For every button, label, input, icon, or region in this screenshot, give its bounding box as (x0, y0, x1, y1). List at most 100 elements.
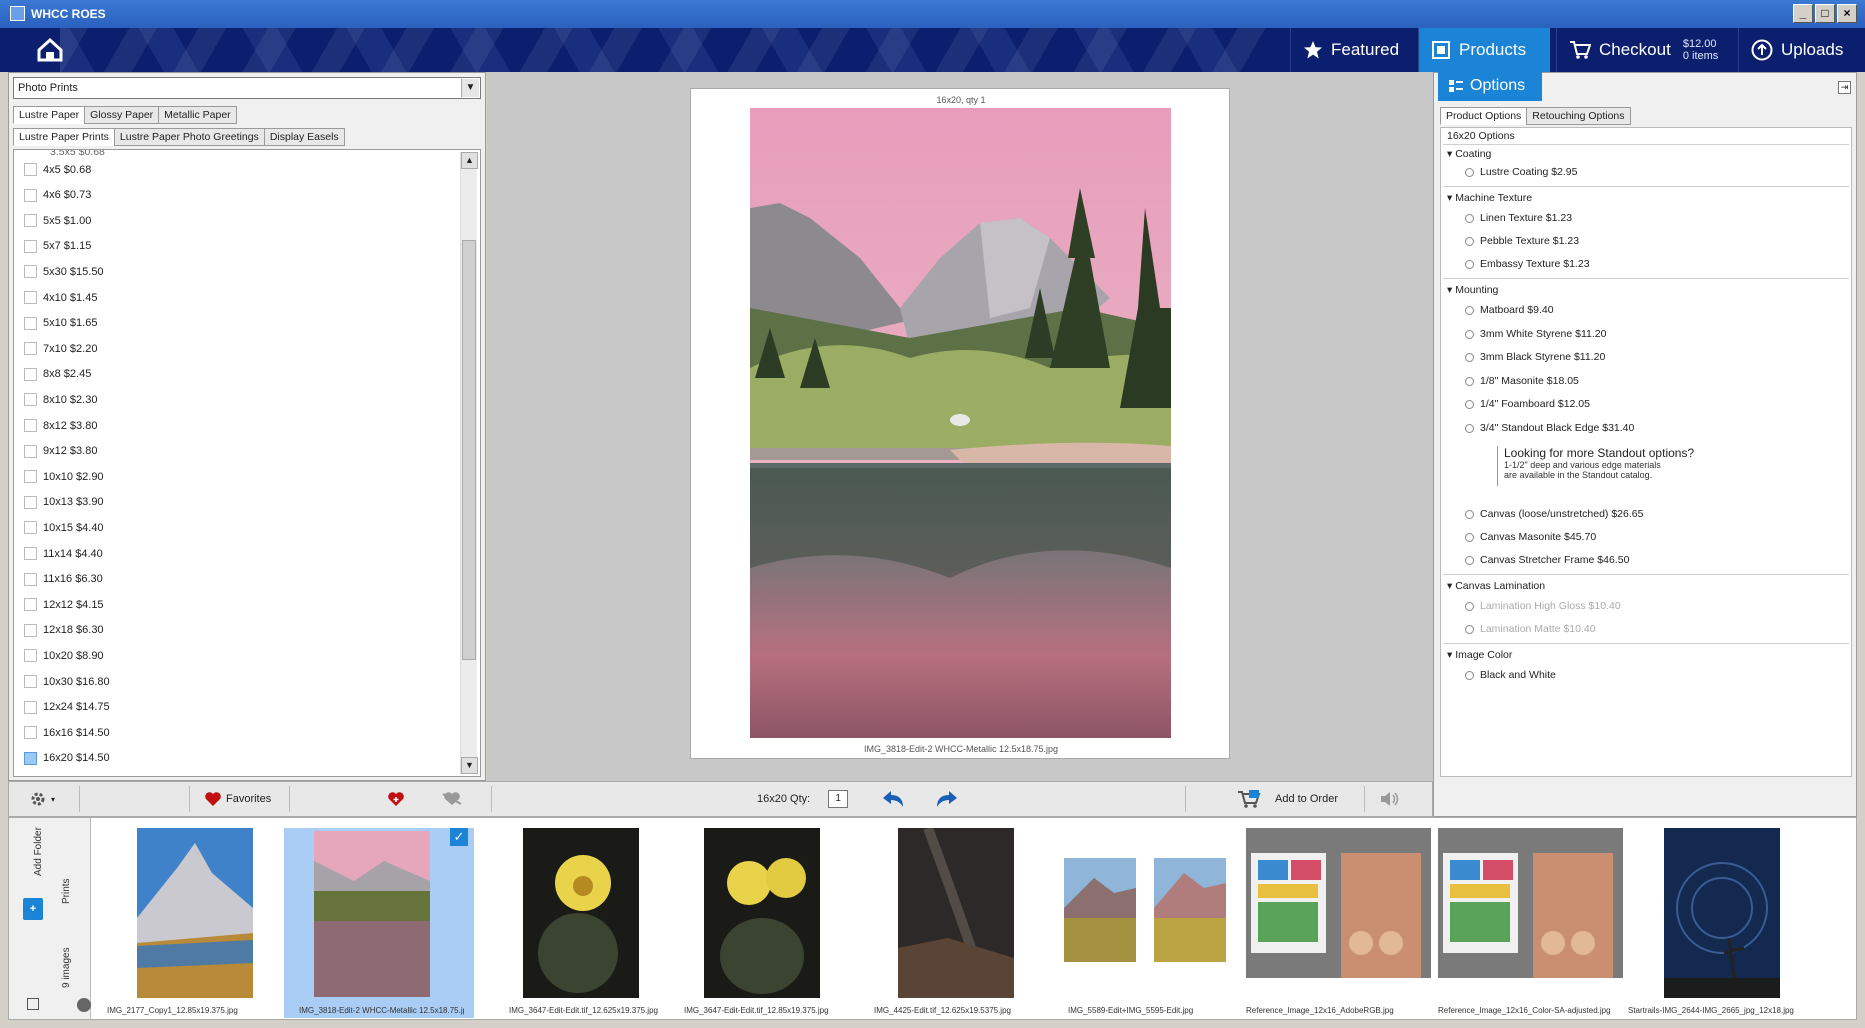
radio-button[interactable] (1465, 532, 1474, 542)
size-option[interactable]: 10x13 $3.90 (24, 493, 104, 512)
radio-button[interactable] (1465, 236, 1474, 246)
size-checkbox[interactable] (24, 342, 37, 356)
tab-metallic-paper[interactable]: Metallic Paper (158, 106, 237, 124)
size-option[interactable]: 5x30 $15.50 (24, 262, 104, 281)
tab-product-options[interactable]: Product Options (1440, 107, 1528, 125)
size-option[interactable]: 10x30 $16.80 (24, 672, 110, 691)
uploads-button[interactable]: Uploads (1738, 28, 1860, 72)
size-option[interactable]: 11x14 $4.40 (24, 544, 103, 563)
add-folder-label[interactable]: Add Folder (33, 827, 44, 876)
rotate-right-button[interactable] (933, 782, 959, 816)
size-option[interactable]: 10x15 $4.40 (24, 518, 104, 537)
option-pebble-texture[interactable]: Pebble Texture $1.23 (1465, 235, 1579, 247)
size-checkbox[interactable] (24, 214, 37, 228)
thumbnail-image[interactable] (1664, 828, 1780, 998)
thumbnail-image[interactable] (1154, 858, 1226, 962)
home-icon[interactable] (36, 37, 64, 63)
size-checkbox[interactable] (24, 649, 37, 663)
radio-button[interactable] (1465, 509, 1474, 519)
thumbnail-item[interactable]: Reference_Image_12x16_AdobeRGB.jpg (1244, 828, 1431, 1018)
size-checkbox[interactable] (24, 367, 37, 381)
size-checkbox[interactable] (24, 470, 37, 484)
radio-button[interactable] (1465, 352, 1474, 362)
sound-button[interactable] (1379, 782, 1401, 816)
option-white-styrene[interactable]: 3mm White Styrene $11.20 (1465, 328, 1606, 340)
thumbnail-item[interactable]: IMG_4425-Edit.tif_12.625x19.5375.jpg (864, 828, 1039, 1018)
tab-glossy-paper[interactable]: Glossy Paper (84, 106, 160, 124)
tab-photo-greetings[interactable]: Lustre Paper Photo Greetings (113, 128, 265, 146)
thumbnail-item[interactable]: IMG_5589-Edit+IMG_5595-Edit.jpg (1054, 828, 1239, 1018)
vertical-scrollbar[interactable]: ▲ ▼ (460, 152, 478, 774)
size-option[interactable]: 5x7 $1.15 (24, 237, 91, 256)
radio-button[interactable] (1465, 376, 1474, 386)
scroll-thumb[interactable] (462, 240, 476, 660)
thumbnail-image[interactable] (1064, 858, 1136, 962)
group-canvas-lamination[interactable]: ▾ Canvas Lamination (1447, 580, 1545, 592)
size-checkbox[interactable] (24, 521, 37, 535)
product-type-select[interactable]: Photo Prints ▼ (13, 77, 481, 99)
add-favorite-button[interactable] (387, 782, 405, 816)
favorites-button[interactable]: Favorites (204, 782, 271, 816)
add-to-order-button[interactable]: Add to Order (1237, 782, 1338, 816)
size-option[interactable]: 10x10 $2.90 (24, 467, 104, 486)
option-lustre-coating[interactable]: Lustre Coating $2.95 (1465, 166, 1577, 178)
size-option[interactable]: 16x20 $14.50 (24, 749, 110, 768)
scroll-up-icon[interactable]: ▲ (461, 152, 478, 169)
remove-favorite-button[interactable] (441, 782, 463, 816)
option-standout-black[interactable]: 3/4" Standout Black Edge $31.40 (1465, 422, 1634, 434)
size-checkbox[interactable] (24, 316, 37, 330)
size-option[interactable]: 8x8 $2.45 (24, 365, 91, 384)
size-checkbox[interactable] (24, 623, 37, 637)
option-masonite[interactable]: 1/8" Masonite $18.05 (1465, 375, 1579, 387)
tab-display-easels[interactable]: Display Easels (263, 128, 345, 146)
thumbnail-image[interactable] (523, 828, 639, 998)
size-checkbox[interactable] (24, 419, 37, 432)
size-checkbox[interactable] (24, 291, 37, 304)
group-image-color[interactable]: ▾ Image Color (1447, 649, 1512, 661)
size-option[interactable]: 9x12 $3.80 (24, 442, 97, 461)
minimize-button[interactable]: _ (1793, 4, 1813, 23)
scroll-down-icon[interactable]: ▼ (461, 757, 478, 774)
thumbnail-item[interactable]: IMG_2177_Copy1_12.85x19.375.jpg (97, 828, 253, 1018)
thumbnail-image[interactable] (137, 828, 253, 998)
size-checkbox[interactable] (24, 444, 37, 458)
size-checkbox[interactable] (24, 265, 37, 279)
thumbnail-image[interactable] (314, 831, 430, 997)
size-option[interactable]: 7x10 $2.20 (24, 339, 97, 358)
option-foamboard[interactable]: 1/4" Foamboard $12.05 (1465, 398, 1590, 410)
preview-photo[interactable] (750, 108, 1171, 738)
checkout-button[interactable]: Checkout $12.00 0 items (1556, 28, 1734, 72)
thumbnail-item[interactable]: Reference_Image_12x16_Color-SA-adjusted.… (1434, 828, 1623, 1018)
dropdown-arrow-icon[interactable]: ▼ (461, 79, 479, 97)
size-option[interactable]: 16x16 $14.50 (24, 723, 110, 742)
size-checkbox[interactable] (24, 188, 37, 202)
size-checkbox[interactable] (24, 751, 37, 765)
size-checkbox[interactable] (24, 598, 37, 612)
option-linen-texture[interactable]: Linen Texture $1.23 (1465, 212, 1572, 224)
group-coating[interactable]: ▾ Coating (1447, 148, 1491, 160)
size-checkbox[interactable] (24, 572, 37, 586)
size-option[interactable]: 11x16 $6.30 (24, 570, 103, 589)
thumbnail-image[interactable] (1246, 828, 1431, 978)
radio-button[interactable] (1465, 555, 1474, 565)
size-option[interactable]: 4x10 $1.45 (24, 288, 97, 307)
size-option[interactable]: 4x6 $0.73 (24, 186, 91, 205)
add-folder-icon[interactable]: + (23, 898, 43, 920)
size-checkbox[interactable] (24, 495, 37, 509)
close-button[interactable]: × (1837, 4, 1857, 23)
radio-button[interactable] (1465, 167, 1474, 177)
thumbnail-item[interactable]: IMG_3647-Edit-Edit.tif_12.625x19.375.jpg (499, 828, 674, 1018)
rotate-left-button[interactable] (881, 782, 907, 816)
size-checkbox[interactable] (24, 700, 37, 714)
radio-button[interactable] (1465, 329, 1474, 339)
radio-button[interactable] (1465, 423, 1474, 433)
size-checkbox[interactable] (24, 163, 37, 176)
option-canvas-loose[interactable]: Canvas (loose/unstretched) $26.65 (1465, 508, 1643, 520)
thumbnail-item[interactable]: IMG_3647-Edit-Edit.tif_12.85x19.375.jpg (674, 828, 849, 1018)
option-embassy-texture[interactable]: Embassy Texture $1.23 (1465, 258, 1590, 270)
maximize-button[interactable]: □ (1815, 4, 1835, 23)
size-checkbox[interactable] (24, 675, 37, 688)
option-black-and-white[interactable]: Black and White (1465, 669, 1556, 681)
quantity-input[interactable]: 1 (828, 790, 849, 808)
size-option[interactable]: 4x5 $0.68 (24, 160, 91, 179)
